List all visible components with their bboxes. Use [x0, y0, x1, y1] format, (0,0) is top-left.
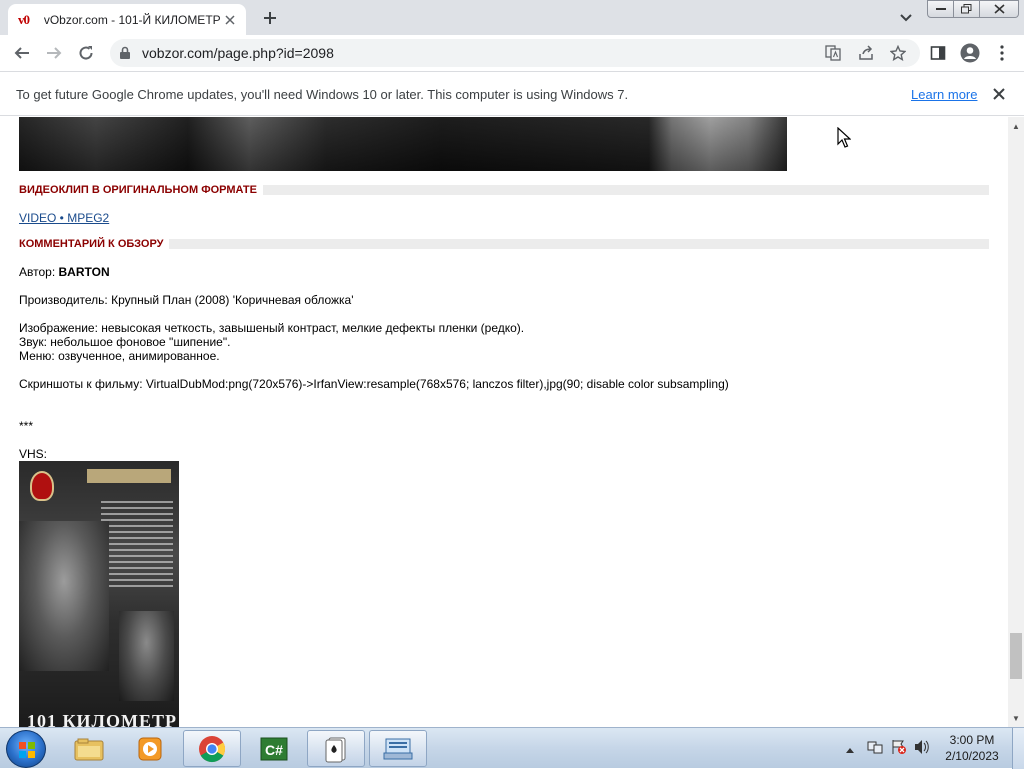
sound-text: Звук: небольшое фоновое "шипение". [19, 335, 231, 349]
mouse-cursor-icon [837, 126, 852, 154]
clock-date[interactable]: 2/10/2023 [937, 749, 1007, 763]
new-tab-button[interactable] [258, 6, 282, 30]
network-icon[interactable] [866, 738, 884, 761]
tab-strip: v0 vObzor.com - 101-Й КИЛОМЕТР [0, 0, 1024, 35]
section-divider [262, 185, 989, 195]
minimize-button[interactable] [927, 0, 954, 18]
volume-icon[interactable] [913, 738, 931, 761]
start-button[interactable] [6, 730, 46, 768]
cover-plate [87, 469, 171, 483]
browser-toolbar: vobzor.com/page.php?id=2098 [0, 35, 1024, 71]
tab-search-icon[interactable] [896, 8, 916, 28]
restore-button[interactable] [953, 0, 980, 18]
scroll-down-icon[interactable]: ▼ [1008, 711, 1024, 725]
bookmark-star-icon[interactable] [889, 44, 907, 62]
cover-credits [101, 501, 173, 591]
separator-text: *** [19, 419, 34, 433]
keyboard-app-taskbar-icon[interactable] [369, 730, 427, 767]
show-hidden-icons-icon[interactable] [845, 741, 855, 759]
side-panel-icon[interactable] [924, 39, 952, 67]
show-desktop-button[interactable] [1012, 728, 1024, 769]
share-icon[interactable] [857, 44, 875, 62]
translate-icon[interactable] [824, 44, 842, 62]
section-header-video: ВИДЕОКЛИП В ОРИГИНАЛЬНОМ ФОРМАТЕ [19, 184, 989, 196]
url-text[interactable]: vobzor.com/page.php?id=2098 [142, 45, 334, 61]
producer-text: Производитель: Крупный План (2008) 'Кори… [19, 293, 354, 307]
site-favicon: v0 [18, 11, 36, 28]
vertical-scrollbar[interactable]: ▲ ▼ [1008, 117, 1024, 727]
scrollbar-thumb[interactable] [1010, 633, 1022, 679]
author-label: Автор: [19, 265, 56, 279]
vhs-cover-image[interactable]: 101 КИЛОМЕТР [19, 461, 179, 727]
update-infobar: To get future Google Chrome updates, you… [0, 71, 1024, 116]
tab-close-icon[interactable] [222, 12, 238, 28]
infobar-close-icon[interactable] [990, 85, 1008, 103]
svg-text:C#: C# [265, 742, 283, 758]
section-header-comment: КОММЕНТАРИЙ К ОБЗОРУ [19, 238, 989, 250]
reload-icon[interactable] [72, 39, 100, 67]
clock-time[interactable]: 3:00 PM [937, 733, 1007, 747]
csharp-editor-taskbar-icon[interactable]: C# [245, 730, 303, 767]
cover-figure [119, 611, 174, 701]
video-section-title: ВИДЕОКЛИП В ОРИГИНАЛЬНОМ ФОРМАТЕ [19, 184, 263, 196]
page-content: ВИДЕОКЛИП В ОРИГИНАЛЬНОМ ФОРМАТЕ VIDEO •… [0, 117, 1008, 727]
media-player-taskbar-icon[interactable] [121, 730, 179, 767]
screenshots-text: Скриншоты к фильму: VirtualDubMod:png(72… [19, 377, 729, 391]
cover-title: 101 КИЛОМЕТР [27, 711, 177, 727]
menu-kebab-icon[interactable] [988, 39, 1016, 67]
windows-taskbar: C# 3:00 PM 2/10/2023 [0, 727, 1024, 769]
learn-more-link[interactable]: Learn more [911, 87, 977, 102]
comment-section-title: КОММЕНТАРИЙ К ОБЗОРУ [19, 238, 170, 250]
forward-icon[interactable] [40, 39, 68, 67]
cover-figure [19, 521, 109, 671]
video-still-image [19, 117, 787, 171]
lock-icon[interactable] [119, 46, 131, 65]
solitaire-taskbar-icon[interactable] [307, 730, 365, 767]
address-bar[interactable]: vobzor.com/page.php?id=2098 [110, 39, 920, 67]
image-quality-text: Изображение: невысокая четкость, завышен… [19, 321, 525, 335]
menu-text: Меню: озвученное, анимированное. [19, 349, 220, 363]
action-center-flag-icon[interactable] [890, 738, 908, 761]
chrome-taskbar-icon[interactable] [183, 730, 241, 767]
windows-logo-icon [19, 742, 35, 758]
publisher-badge [30, 471, 54, 501]
scroll-up-icon[interactable]: ▲ [1008, 119, 1024, 133]
tab-title: vObzor.com - 101-Й КИЛОМЕТР [43, 12, 221, 27]
author-name: BARTON [58, 265, 110, 279]
close-window-button[interactable] [979, 0, 1019, 18]
profile-avatar-icon[interactable] [956, 39, 984, 67]
vhs-label: VHS: [19, 447, 48, 461]
infobar-message: To get future Google Chrome updates, you… [16, 87, 629, 102]
video-mpeg2-link[interactable]: VIDEO • MPEG2 [19, 211, 109, 225]
explorer-taskbar-icon[interactable] [60, 730, 118, 767]
back-icon[interactable] [8, 39, 36, 67]
browser-tab[interactable]: v0 vObzor.com - 101-Й КИЛОМЕТР [8, 4, 246, 35]
section-divider [169, 239, 989, 249]
author-line: Автор: BARTON [19, 265, 110, 279]
